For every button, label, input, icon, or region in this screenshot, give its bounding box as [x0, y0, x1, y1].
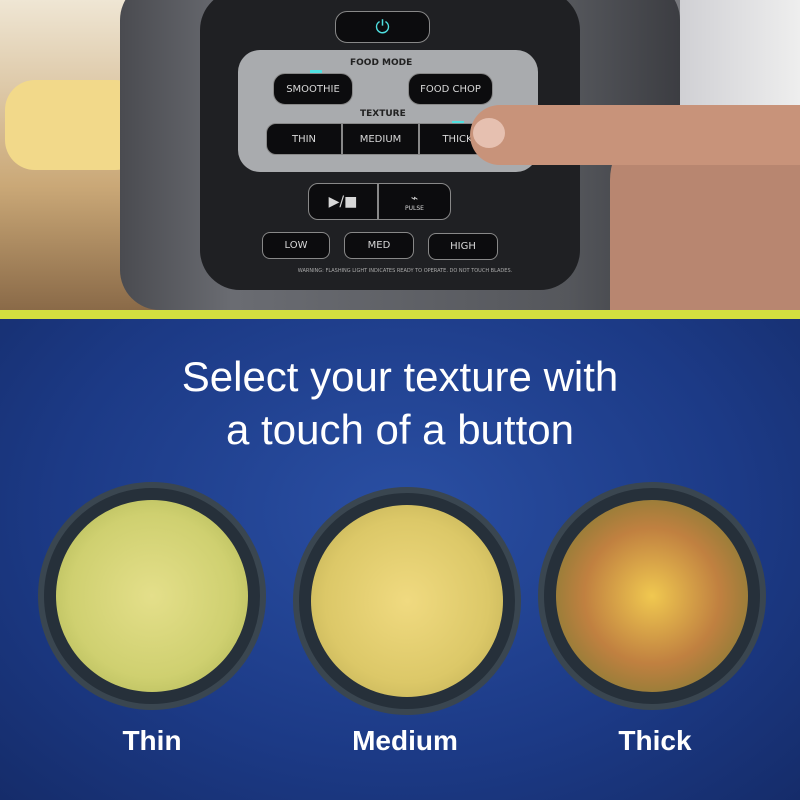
caption-thin: Thin [122, 725, 182, 756]
power-icon: ⏻ [375, 16, 390, 38]
salsa-medium [311, 505, 503, 697]
food-chop-button: FOOD CHOP [408, 73, 493, 105]
headline-line-2: a touch of a button [226, 406, 574, 453]
thin-button: THIN [266, 123, 342, 155]
play-stop-button: ▶/■ [308, 183, 378, 220]
headline-line-1: Select your texture with [181, 353, 619, 400]
headline: Select your texture with a touch of a bu… [0, 350, 800, 456]
salsa-thin [56, 500, 248, 692]
caption-medium: Medium [352, 725, 458, 756]
low-button: LOW [262, 232, 330, 259]
fingernail [473, 118, 505, 148]
bowl-thin [38, 482, 266, 710]
food-mode-label: FOOD MODE [350, 58, 413, 68]
blender-photo: ⏻ FOOD MODE SMOOTHIE FOOD CHOP TEXTURE T… [0, 0, 800, 310]
smoothie-button: SMOOTHIE [273, 73, 353, 105]
bowl-thick [538, 482, 766, 710]
pulse-label: PULSE [405, 205, 424, 212]
bowl-medium [293, 487, 521, 715]
medium-button: MEDIUM [342, 123, 419, 155]
high-button: HIGH [428, 233, 498, 260]
accent-stripe [0, 310, 800, 319]
finger [470, 105, 800, 165]
caption-thick: Thick [618, 725, 692, 756]
med-button: MED [344, 232, 414, 259]
power-button: ⏻ [335, 11, 430, 43]
texture-label: TEXTURE [360, 109, 406, 119]
pulse-icon: ⌁ [410, 191, 419, 205]
salsa-thick [556, 500, 748, 692]
warning-text: WARNING: FLASHING LIGHT INDICATES READY … [297, 268, 513, 274]
